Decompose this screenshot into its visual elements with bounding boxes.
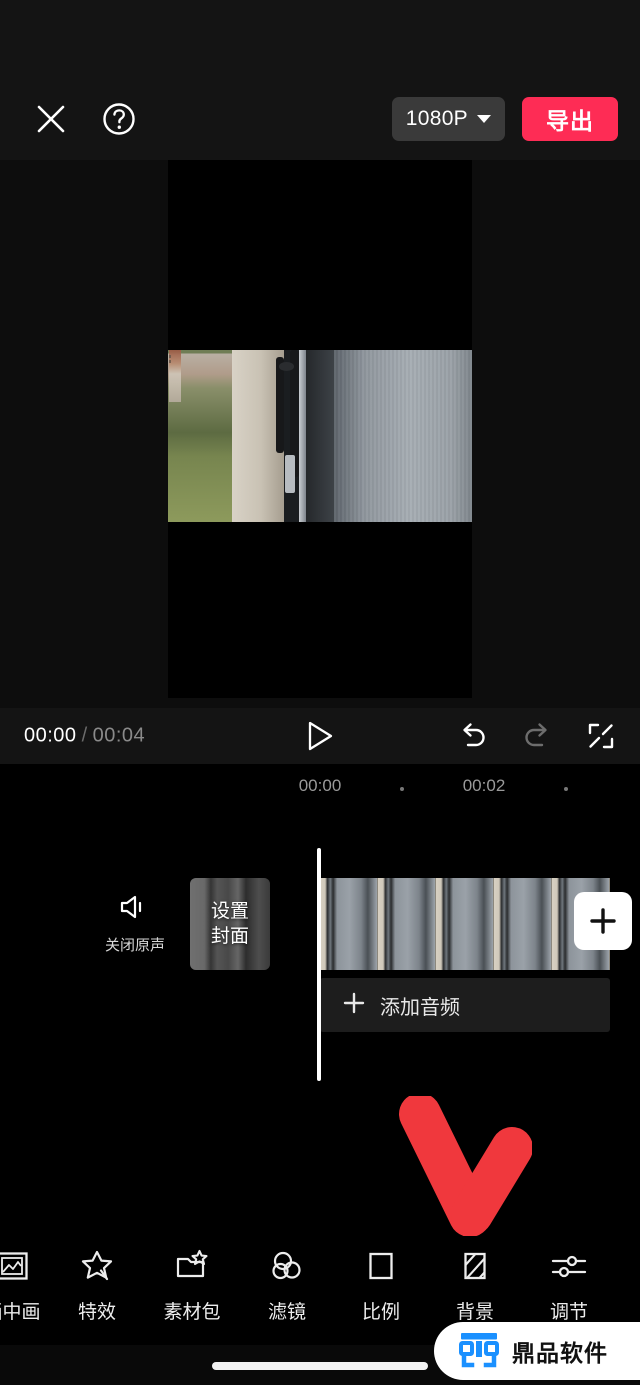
question-circle-icon[interactable]	[96, 96, 142, 142]
play-button[interactable]	[298, 714, 342, 758]
toolbar-label-adjust: 调节	[549, 1302, 588, 1323]
add-audio-label: 添加音频	[380, 996, 460, 1019]
plus-icon	[590, 908, 616, 934]
timeline-panel[interactable]: 00:00 00:02 关闭原声 设置 封面 添加音频	[0, 764, 640, 1240]
video-frame	[168, 350, 472, 522]
add-audio-track[interactable]: 添加音频	[320, 978, 610, 1032]
scene-outdoor-view	[168, 350, 235, 522]
capcut-editor-screen: 1080P 导出 00:00 / 00:04 00:00 00:02 关闭原声 …	[0, 0, 640, 1385]
resolution-selector[interactable]: 1080P	[391, 97, 505, 141]
picture-in-picture-icon	[0, 1246, 30, 1286]
scene-door-edge	[298, 350, 307, 522]
watermark-text: 鼎品软件	[512, 1340, 608, 1366]
toolbar-label-picture-in-picture: 画中画	[0, 1302, 41, 1323]
speaker-mute-icon	[118, 893, 152, 926]
ruler-tick-label: 00:00	[298, 776, 342, 795]
toolbar-item-material-pack[interactable]: 素材包	[144, 1240, 240, 1324]
set-cover-label-line2: 封面	[210, 926, 249, 947]
video-canvas[interactable]	[168, 160, 472, 698]
fullscreen-expand-icon[interactable]	[582, 717, 620, 755]
time-readout: 00:00/00:04	[24, 725, 145, 748]
set-cover-label: 设置 封面	[211, 899, 249, 949]
timeline-ruler: 00:00 00:02	[0, 776, 640, 810]
total-time: 00:04	[92, 724, 146, 747]
clip-frame	[494, 878, 552, 970]
star-sparkle-icon	[79, 1246, 115, 1286]
material-pack-icon	[174, 1246, 210, 1286]
background-stripes-icon	[457, 1246, 493, 1286]
top-bar-right-group: 1080P 导出	[391, 97, 618, 141]
ruler-tick-dot	[564, 787, 568, 791]
mute-original-audio-button[interactable]: 关闭原声	[98, 886, 172, 962]
ratio-square-icon	[363, 1246, 399, 1286]
home-indicator	[212, 1362, 428, 1370]
plus-icon	[342, 991, 366, 1020]
player-right-controls	[454, 717, 620, 755]
close-x-icon[interactable]	[28, 96, 74, 142]
clip-frame	[378, 878, 436, 970]
resolution-value: 1080P	[405, 107, 468, 130]
set-cover-label-line1: 设置	[210, 901, 249, 922]
export-button[interactable]: 导出	[522, 97, 618, 141]
watermark-badge: 鼎品软件	[434, 1322, 640, 1380]
adjust-sliders-icon	[550, 1246, 588, 1286]
toolbar-item-picture-in-picture[interactable]: 画中画	[0, 1240, 50, 1324]
clip-filmstrip	[320, 878, 610, 970]
toolbar-label-background: 背景	[455, 1302, 494, 1323]
ruler-tick-dot	[400, 787, 404, 791]
dingpin-logo-icon	[458, 1329, 500, 1374]
top-bar: 1080P 导出	[0, 0, 640, 160]
chevron-down-icon	[477, 115, 491, 123]
mute-button-label: 关闭原声	[104, 937, 165, 954]
filter-circles-icon	[269, 1246, 305, 1286]
timeline-playhead[interactable]	[317, 848, 321, 1081]
scene-door-handle	[275, 356, 284, 454]
scene-building-window	[169, 360, 171, 364]
toolbar-item-adjust[interactable]: 调节	[522, 1240, 616, 1324]
redo-arrow-icon[interactable]	[518, 717, 556, 755]
scene-door-lock	[285, 454, 296, 493]
toolbar-label-material-pack: 素材包	[163, 1302, 221, 1323]
toolbar-item-effects[interactable]: 特效	[50, 1240, 144, 1324]
top-bar-left-group	[28, 96, 142, 142]
set-cover-button[interactable]: 设置 封面	[190, 878, 270, 970]
video-preview-area[interactable]	[0, 160, 640, 708]
current-time: 00:00	[24, 724, 77, 747]
toolbar-item-ratio[interactable]: 比例	[334, 1240, 428, 1324]
scene-wall	[333, 350, 472, 522]
toolbar-item-background[interactable]: 背景	[428, 1240, 522, 1324]
export-button-label: 导出	[546, 108, 594, 134]
scene-handle-mount	[278, 362, 295, 371]
time-separator: /	[81, 724, 88, 747]
toolbar-label-ratio: 比例	[361, 1302, 400, 1323]
video-frame-image	[168, 350, 472, 522]
scene-building-window	[169, 354, 171, 359]
clip-frame	[320, 878, 378, 970]
toolbar-label-filter: 滤镜	[267, 1302, 306, 1323]
toolbar-item-filter[interactable]: 滤镜	[240, 1240, 334, 1324]
video-clip[interactable]	[320, 878, 610, 970]
clip-frame	[436, 878, 494, 970]
player-control-bar: 00:00/00:04	[0, 708, 640, 764]
scene-building	[168, 350, 182, 402]
toolbar-label-effects: 特效	[77, 1302, 116, 1323]
undo-arrow-icon[interactable]	[454, 717, 492, 755]
add-clip-button[interactable]	[574, 892, 632, 950]
scene-dark-band	[306, 350, 334, 522]
ruler-tick-label: 00:02	[462, 776, 506, 795]
